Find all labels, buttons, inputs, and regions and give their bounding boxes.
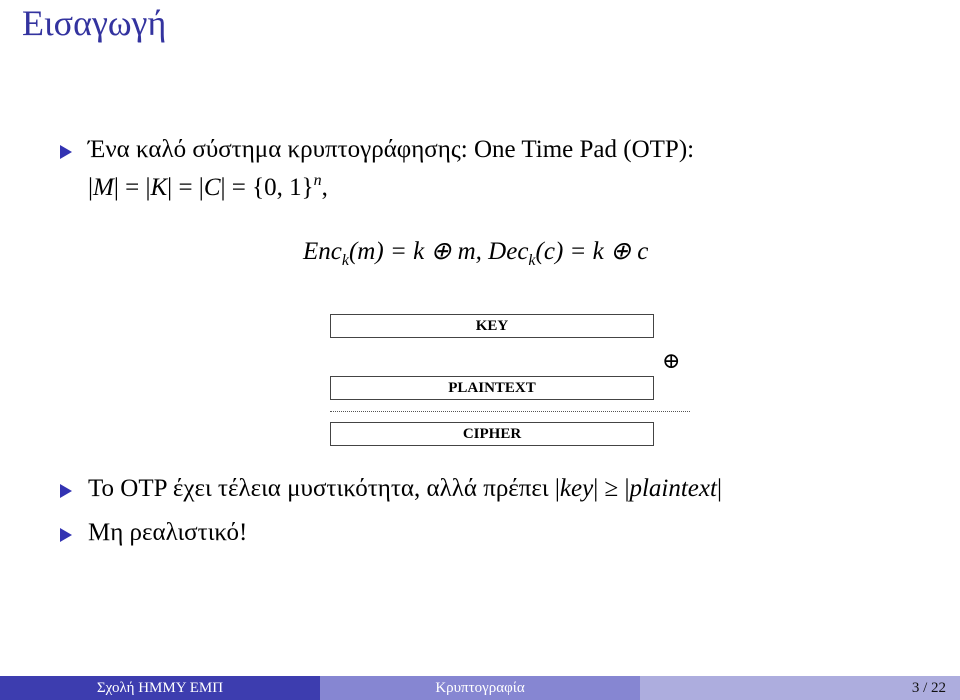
enc-func: Enc [303, 238, 342, 265]
math-exponent: n [313, 172, 322, 189]
footer-bar: Σχολή ΗΜΜΥ ΕΜΠ Κρυπτογραφία 3 / 22 [0, 676, 960, 700]
otp-equation: Enck(m) = k ⊕ m, Deck(c) = k ⊕ c [303, 236, 648, 270]
footer-page: 3 / 22 [640, 676, 960, 700]
enc-arg: (m) [348, 238, 384, 265]
math-key: key [559, 475, 594, 502]
dec-rhs: = k ⊕ c [569, 238, 649, 265]
enc-subscript: k [341, 252, 349, 269]
cipher-box: CIPHER [330, 422, 654, 446]
eq-sign: = [231, 174, 246, 201]
math-comma: , [321, 174, 328, 201]
dec-subscript: k [528, 252, 536, 269]
page-number: 3 / 22 [911, 679, 946, 696]
math-K: K [150, 174, 168, 201]
key-box: KEY [330, 314, 654, 338]
footer-institution: Σχολή ΗΜΜΥ ΕΜΠ [0, 676, 320, 700]
math-plaintext: plaintext [629, 475, 717, 502]
dotted-divider [330, 411, 690, 412]
eq-sign: = [125, 174, 140, 201]
bullet-1-set-equation: |M| = |K| = |C| = {0, 1}n, [88, 172, 328, 201]
geq-sign: ≥ [604, 475, 619, 502]
plaintext-box: PLAINTEXT [330, 376, 654, 400]
bullet-2: Το OTP έχει τέλεια μυστικότητα, αλλά πρέ… [88, 475, 722, 502]
bullet-arrow-icon [60, 528, 72, 542]
bullet-arrow-icon [60, 145, 72, 159]
xor-icon: ⊕ [662, 348, 681, 373]
dec-arg: (c) [535, 238, 564, 265]
bullet-arrow-icon [60, 484, 72, 498]
math-C: C [203, 174, 221, 201]
enc-rhs: = k ⊕ m, [389, 238, 482, 265]
bullet-1-line-1: Ένα καλό σύστημα κρυπτογράφησης: One Tim… [88, 136, 695, 163]
dec-func: Dec [488, 238, 529, 265]
math-set: {0, 1} [252, 174, 314, 201]
eq-sign: = [178, 174, 193, 201]
slide-title: Εισαγωγή [22, 3, 167, 43]
bullet-3: Μη ρεαλιστικό! [88, 519, 248, 546]
math-M: M [93, 174, 114, 201]
bullet-2-text: Το OTP έχει τέλεια μυστικότητα, αλλά πρέ… [88, 475, 549, 502]
footer-topic: Κρυπτογραφία [320, 676, 640, 700]
